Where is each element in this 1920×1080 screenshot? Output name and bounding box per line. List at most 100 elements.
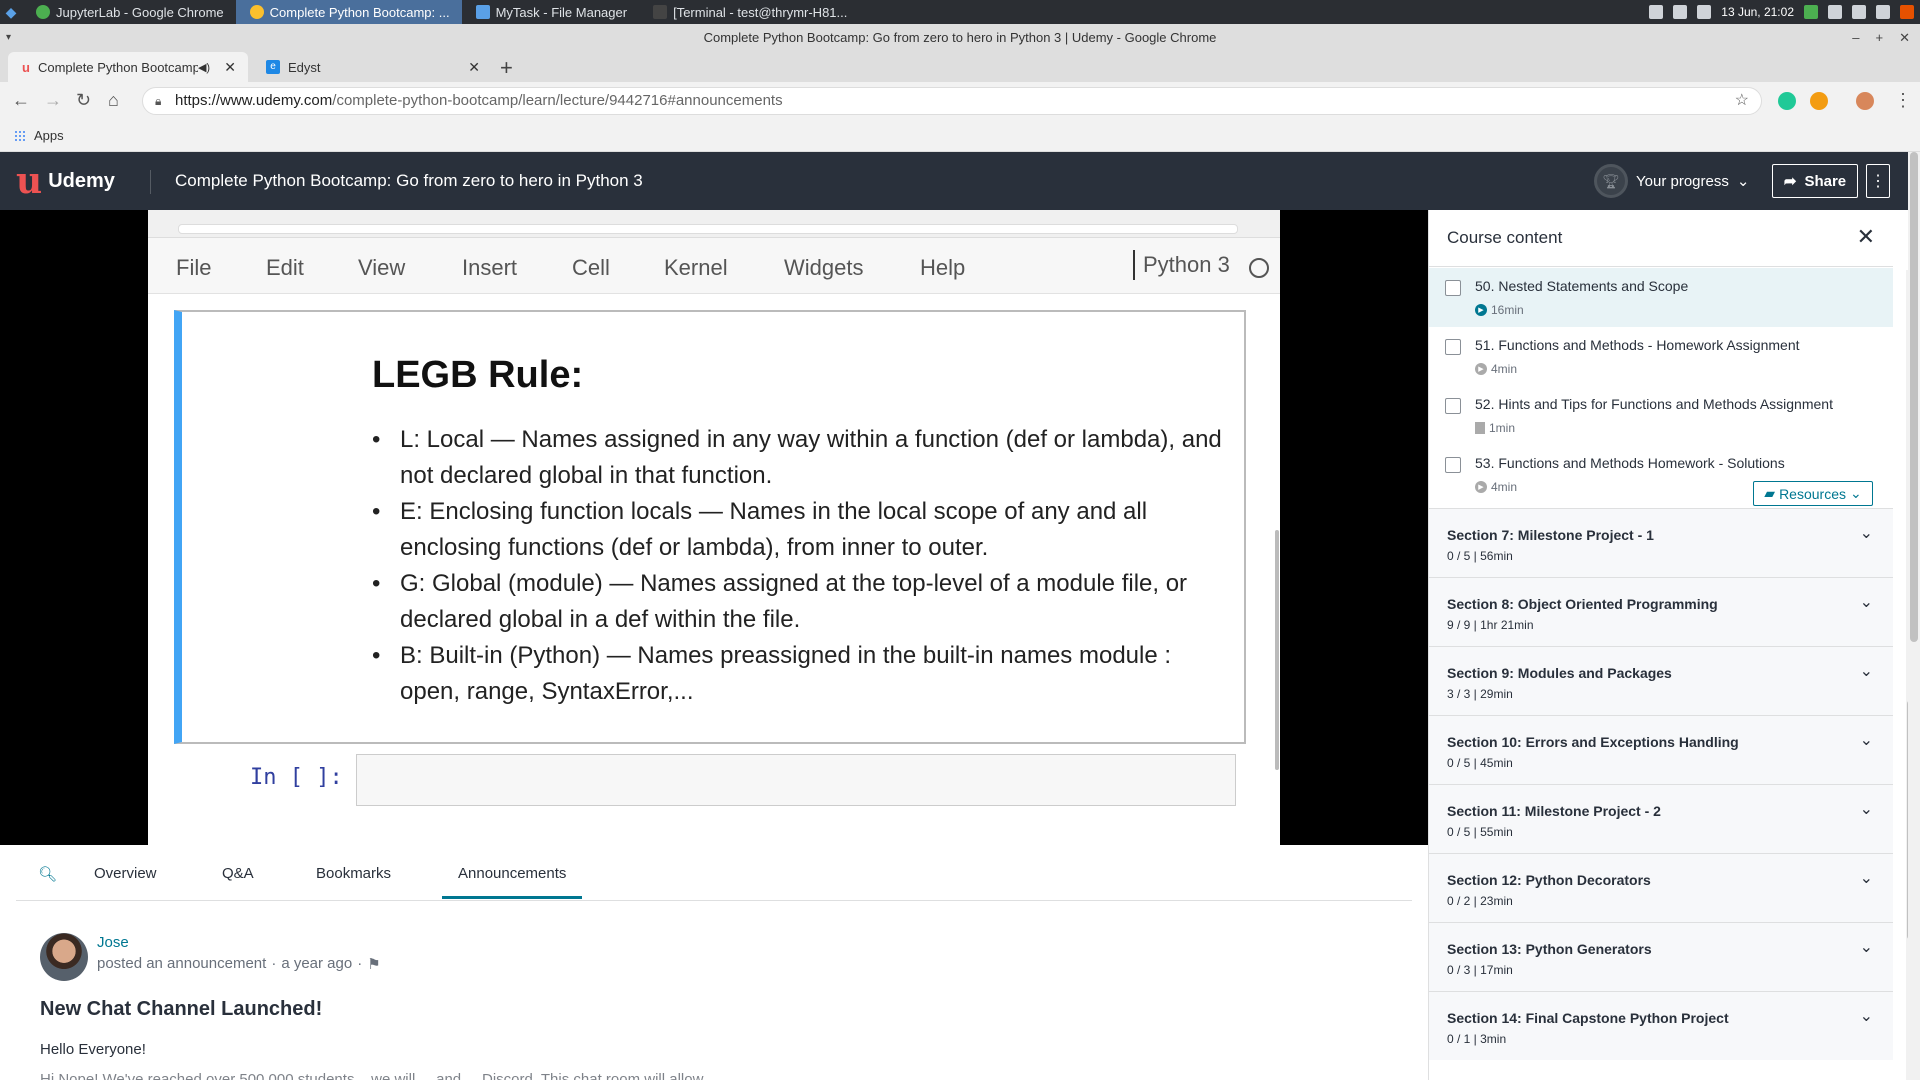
section-item[interactable]: Section 7: Milestone Project - 1 0 / 5 |… (1429, 508, 1893, 577)
jupyter-menu-item: Help (920, 255, 966, 280)
chevron-down-icon: ⌄ (1849, 485, 1862, 501)
lecture-checkbox[interactable] (1445, 398, 1461, 414)
grammarly-extension-icon[interactable] (1778, 92, 1796, 110)
section-item[interactable]: Section 12: Python Decorators 0 / 2 | 23… (1429, 853, 1893, 922)
tab-overview[interactable]: Overview (94, 865, 157, 882)
home-icon[interactable]: ⌂ (108, 90, 119, 111)
resources-button[interactable]: ▰ Resources ⌄ (1753, 481, 1873, 506)
chrome-tray-icon[interactable] (1804, 5, 1818, 19)
taskbar-task-file-manager[interactable]: MyTask - File Manager (462, 0, 639, 24)
power-icon[interactable] (1900, 5, 1914, 19)
lecture-checkbox[interactable] (1445, 339, 1461, 355)
close-window-icon[interactable]: ✕ (1899, 24, 1910, 52)
jupyter-menu-item: Kernel (664, 255, 728, 280)
tab-edyst[interactable]: e Edyst ✕ (252, 52, 492, 82)
network-icon[interactable] (1649, 5, 1664, 19)
taskbar-task-terminal[interactable]: [Terminal - test@thrymr-H81... (639, 0, 859, 24)
chevron-down-icon: ⌄ (1859, 801, 1873, 818)
lecture-item[interactable]: 51. Functions and Methods - Homework Ass… (1429, 327, 1893, 386)
audio-icon[interactable]: ◀) (198, 61, 210, 74)
lecture-item[interactable]: 50. Nested Statements and Scope ▶ 16min (1429, 268, 1893, 327)
share-icon: ➦ (1783, 173, 1797, 190)
close-tab-icon[interactable]: ✕ (224, 59, 236, 76)
reload-icon[interactable]: ↻ (76, 90, 91, 111)
share-button[interactable]: ➦ Share (1772, 164, 1858, 198)
header-divider (150, 170, 151, 194)
slide-title: LEGB Rule: (372, 354, 584, 396)
announcement-greeting: Hello Everyone! (40, 1041, 146, 1058)
bullet-builtin: B: Built-in (Python) — Names preassigned… (372, 638, 1222, 710)
trophy-icon: 🏆︎ (1594, 164, 1628, 198)
new-tab-button[interactable]: + (500, 55, 513, 81)
search-icon[interactable]: 🔍︎ (38, 865, 57, 883)
edyst-favicon-icon: e (266, 60, 280, 74)
video-player[interactable]: File Edit View Insert Cell Kernel Widget… (0, 210, 1428, 845)
author-avatar[interactable] (40, 933, 88, 981)
volume-icon[interactable] (1697, 5, 1712, 19)
section-item[interactable]: Section 10: Errors and Exceptions Handli… (1429, 715, 1893, 784)
tab-announcements[interactable]: Announcements (442, 865, 583, 899)
section-item[interactable]: Section 8: Object Oriented Programming 9… (1429, 577, 1893, 646)
monitor-icon[interactable] (1828, 5, 1842, 19)
udemy-favicon-icon: u (22, 59, 30, 75)
chrome-menu-icon[interactable]: ⋮ (1894, 90, 1912, 111)
udemy-logo[interactable]: u Udemy (16, 160, 115, 202)
page-scrollbar[interactable] (1908, 152, 1920, 1080)
chevron-down-icon: ⌄ (1859, 525, 1873, 542)
lecture-checkbox[interactable] (1445, 280, 1461, 296)
page-scroll-thumb[interactable] (1910, 152, 1918, 642)
window-menu-icon[interactable]: ▾ (6, 24, 11, 52)
jupyter-menu-item: Widgets (784, 255, 864, 280)
window-icon[interactable] (1852, 5, 1866, 19)
browser-tab-strip: u Complete Python Bootcamp ◀) ✕ e Edyst … (0, 52, 1920, 82)
close-tab-icon[interactable]: ✕ (468, 59, 480, 76)
lecture-checkbox[interactable] (1445, 457, 1461, 473)
flag-icon[interactable]: ⚑ (367, 955, 380, 973)
taskbar-task-udemy[interactable]: Complete Python Bootcamp: ... (235, 0, 462, 24)
tab-qa[interactable]: Q&A (222, 865, 254, 882)
tab-udemy[interactable]: u Complete Python Bootcamp ◀) ✕ (8, 52, 248, 82)
address-bar[interactable]: 🔒︎ https://www.udemy.com/complete-python… (142, 87, 1762, 115)
minimize-icon[interactable]: – (1852, 24, 1859, 52)
sidebar-header: Course content ✕ (1429, 210, 1893, 267)
close-icon[interactable]: ✕ (1857, 224, 1875, 250)
chevron-down-icon: ⌄ (1736, 173, 1750, 190)
bookmark-star-icon[interactable]: ☆ (1735, 88, 1749, 114)
course-title[interactable]: Complete Python Bootcamp: Go from zero t… (175, 171, 643, 191)
back-icon[interactable]: ← (12, 90, 30, 111)
play-icon: ▶ (1475, 481, 1487, 493)
document-icon (1475, 422, 1485, 434)
code-cell-input (356, 754, 1236, 806)
announcement-author[interactable]: Jose (97, 934, 129, 951)
apps-bookmark[interactable]: Apps (14, 128, 64, 143)
lecture-item[interactable]: 52. Hints and Tips for Functions and Met… (1429, 386, 1893, 445)
chevron-down-icon: ⌄ (1859, 939, 1873, 956)
os-taskbar: ◆ JupyterLab - Google Chrome Complete Py… (0, 0, 1920, 24)
forward-icon[interactable]: → (44, 90, 62, 111)
udemy-logo-icon: u (16, 160, 43, 202)
chevron-down-icon: ⌄ (1859, 732, 1873, 749)
start-menu-icon[interactable]: ◆ (0, 0, 22, 24)
bullet-local: L: Local — Names assigned in any way wit… (372, 422, 1222, 494)
folder-tray-icon[interactable] (1876, 5, 1890, 19)
video-scrollbar (1275, 530, 1279, 770)
extension-icon[interactable] (1810, 92, 1828, 110)
clock[interactable]: 13 Jun, 21:02 (1721, 5, 1794, 19)
section-item[interactable]: Section 11: Milestone Project - 2 0 / 5 … (1429, 784, 1893, 853)
chevron-down-icon: ⌄ (1859, 663, 1873, 680)
chevron-down-icon: ⌄ (1859, 870, 1873, 887)
tab-bookmarks[interactable]: Bookmarks (316, 865, 391, 882)
section-item[interactable]: Section 14: Final Capstone Python Projec… (1429, 991, 1893, 1060)
progress-dropdown[interactable]: 🏆︎ Your progress ⌄ (1594, 164, 1749, 198)
section-item[interactable]: Section 13: Python Generators 0 / 3 | 17… (1429, 922, 1893, 991)
more-options-button[interactable]: ⋮ (1866, 164, 1890, 198)
maximize-icon[interactable]: + (1876, 24, 1884, 52)
mail-icon[interactable] (1673, 5, 1688, 19)
profile-avatar-icon[interactable] (1856, 92, 1874, 110)
section-item[interactable]: Section 9: Modules and Packages 3 / 3 | … (1429, 646, 1893, 715)
play-icon: ▶ (1475, 304, 1487, 316)
terminal-icon (653, 5, 668, 19)
lecture-item[interactable]: 53. Functions and Methods Homework - Sol… (1429, 445, 1893, 506)
taskbar-task-jupyterlab[interactable]: JupyterLab - Google Chrome (22, 0, 236, 24)
lock-icon[interactable]: 🔒︎ (155, 88, 161, 114)
